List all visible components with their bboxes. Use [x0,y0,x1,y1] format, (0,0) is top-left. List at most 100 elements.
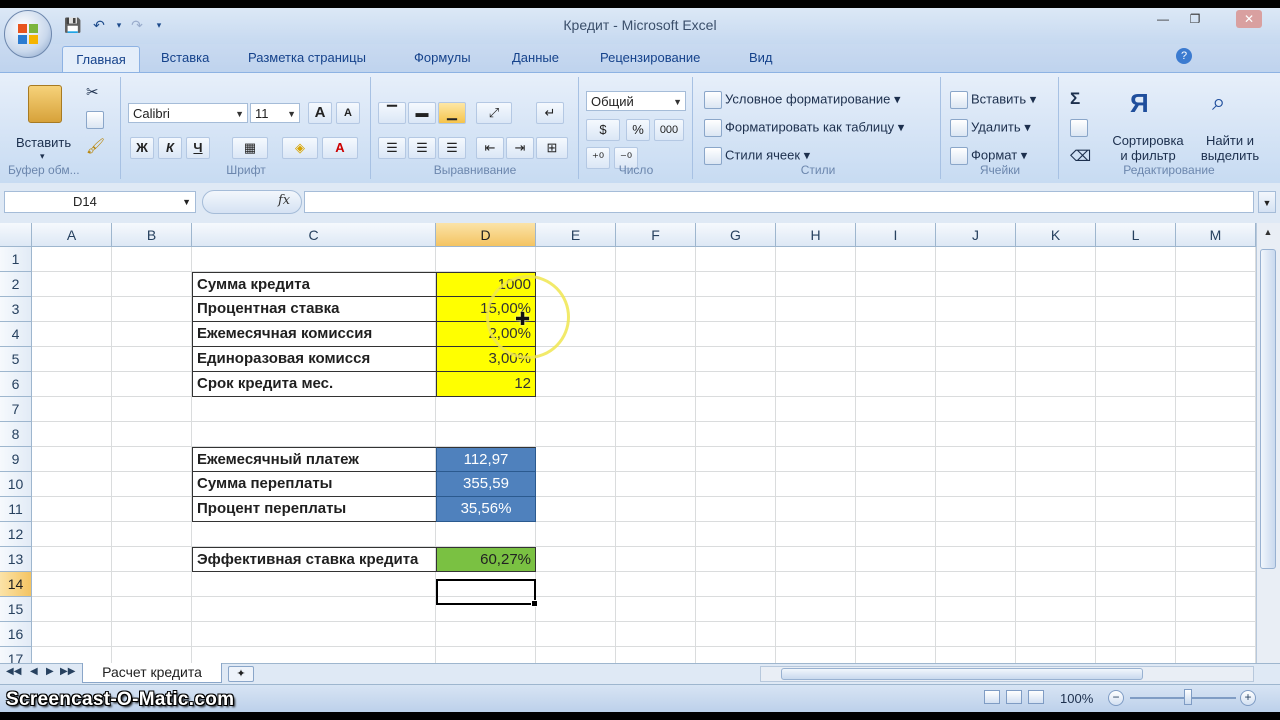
column-header-f[interactable]: F [616,223,696,247]
row-header-1[interactable]: 1 [0,247,32,272]
label-cell[interactable]: Единоразовая комисся [192,347,436,372]
copy-icon[interactable] [86,111,107,129]
zoom-level[interactable]: 100% [1060,691,1093,706]
value-cell[interactable]: 355,59 [436,472,536,497]
fill-button[interactable] [1070,119,1091,137]
align-top-button[interactable]: ▔ [378,102,406,124]
grow-font-button[interactable]: A [308,102,332,124]
column-header-l[interactable]: L [1096,223,1176,247]
label-cell[interactable]: Процент переплаты [192,497,436,522]
shrink-font-button[interactable]: A [336,102,360,124]
label-cell[interactable]: Сумма кредита [192,272,436,297]
number-format-select[interactable]: Общий ▼ [586,91,686,111]
fill-color-button[interactable]: ◈ [282,137,318,159]
align-right-button[interactable]: ☰ [438,137,466,159]
zoom-slider-knob[interactable] [1184,689,1192,705]
minimize-button[interactable]: — [1150,10,1176,28]
orientation-button[interactable]: ⤢ [476,102,512,124]
tab-page-layout[interactable]: Разметка страницы [248,50,366,65]
active-cell-selection[interactable] [436,579,538,607]
italic-button[interactable]: К [158,137,182,159]
worksheet-grid[interactable]: ABCDEFGHIJKLM 1 2 3 4 5 6 7 8 9 10 11 12 13 14 15 16 17 … [0,223,1256,663]
column-header-a[interactable]: A [32,223,112,247]
row-header-11[interactable]: 11 [0,497,32,522]
paste-button[interactable]: Вставить [16,135,71,150]
currency-button[interactable]: $ [586,119,620,141]
paste-icon[interactable] [28,85,62,123]
row-header-15[interactable]: 15 [0,597,32,622]
horizontal-scrollbar[interactable] [760,666,1254,682]
column-header-j[interactable]: J [936,223,1016,247]
align-bottom-button[interactable]: ▁ [438,102,466,124]
decrease-indent-button[interactable]: ⇤ [476,137,504,159]
find-select-button[interactable]: Найти и выделить [1194,133,1266,163]
font-name-select[interactable]: Calibri ▼ [128,103,248,123]
font-size-select[interactable]: 11 ▼ [250,103,300,123]
insert-sheet-icon[interactable]: ✦ [228,666,254,682]
sort-filter-button[interactable]: Сортировка и фильтр [1108,133,1188,163]
conditional-formatting-button[interactable]: Условное форматирование ▾ [704,91,901,109]
thousands-button[interactable]: 000 [654,119,684,141]
row-header-8[interactable]: 8 [0,422,32,447]
value-cell[interactable]: 112,97 [436,447,536,472]
insert-cells-button[interactable]: Вставить ▾ [950,91,1036,109]
column-header-d[interactable]: D [436,223,536,247]
row-header-7[interactable]: 7 [0,397,32,422]
name-box-dropdown-icon[interactable]: ▼ [182,192,191,212]
row-header-6[interactable]: 6 [0,372,32,397]
row-header-5[interactable]: 5 [0,347,32,372]
bold-button[interactable]: Ж [130,137,154,159]
tab-view[interactable]: Вид [749,50,773,65]
row-header-12[interactable]: 12 [0,522,32,547]
borders-button[interactable]: ▦ [232,137,268,159]
format-painter-icon[interactable]: 🖌 [86,137,105,155]
column-header-e[interactable]: E [536,223,616,247]
label-cell[interactable]: Ежемесячный платеж [192,447,436,472]
delete-cells-button[interactable]: Удалить ▾ [950,119,1031,137]
cut-icon[interactable]: ✂ [86,83,99,101]
wrap-text-button[interactable]: ↵ [536,102,564,124]
row-header-13[interactable]: 13 [0,547,32,572]
normal-view-button[interactable] [984,690,1000,704]
prev-sheet-icon[interactable]: ◀ [30,666,38,677]
next-sheet-icon[interactable]: ▶ [46,666,54,677]
row-header-14[interactable]: 14 [0,572,32,597]
zoom-in-button[interactable]: + [1240,690,1256,706]
row-header-16[interactable]: 16 [0,622,32,647]
autosum-button[interactable]: Σ [1070,89,1080,109]
label-cell[interactable]: Процентная ставка [192,297,436,322]
tab-formulas[interactable]: Формулы [414,50,471,65]
percent-button[interactable]: % [626,119,650,141]
row-header-10[interactable]: 10 [0,472,32,497]
office-button[interactable] [4,10,52,58]
last-sheet-icon[interactable]: ▶▶ [60,666,75,677]
font-color-button[interactable]: A [322,137,358,159]
zoom-slider-track[interactable] [1130,697,1236,699]
row-header-3[interactable]: 3 [0,297,32,322]
tab-insert[interactable]: Вставка [161,50,209,65]
page-break-view-button[interactable] [1028,690,1044,704]
zoom-out-button[interactable]: − [1108,690,1124,706]
scroll-up-icon[interactable]: ▲ [1259,227,1277,243]
tab-home[interactable]: Главная [62,46,140,73]
underline-button[interactable]: Ч [186,137,210,159]
row-header-17[interactable]: 17 [0,647,32,663]
tab-data[interactable]: Данные [512,50,559,65]
row-header-4[interactable]: 4 [0,322,32,347]
paste-dropdown-icon[interactable]: ▾ [40,151,45,162]
align-center-button[interactable]: ☰ [408,137,436,159]
increase-indent-button[interactable]: ⇥ [506,137,534,159]
column-header-b[interactable]: B [112,223,192,247]
column-header-m[interactable]: M [1176,223,1256,247]
insert-function-button[interactable]: fx [278,193,290,208]
restore-button[interactable]: ❐ [1182,10,1208,28]
horizontal-scroll-thumb[interactable] [781,668,1143,680]
label-cell[interactable]: Сумма переплаты [192,472,436,497]
first-sheet-icon[interactable]: ◀◀ [6,666,21,677]
vertical-scrollbar[interactable]: ▲ [1256,223,1280,673]
format-as-table-button[interactable]: Форматировать как таблицу ▾ [704,119,904,137]
align-middle-button[interactable]: ▬ [408,102,436,124]
align-left-button[interactable]: ☰ [378,137,406,159]
vertical-scroll-thumb[interactable] [1260,249,1276,569]
fill-handle[interactable] [531,600,538,607]
